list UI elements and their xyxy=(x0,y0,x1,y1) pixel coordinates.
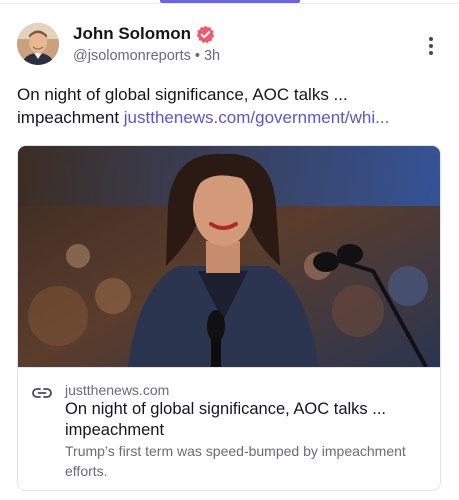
post-link[interactable]: justthenews.com/government/whi... xyxy=(124,108,390,127)
post-card[interactable]: John Solomon @jsolomonreports • 3h On nigh… xyxy=(0,3,459,500)
more-vertical-icon[interactable] xyxy=(420,33,442,59)
author-name[interactable]: John Solomon xyxy=(73,23,191,45)
author-handle[interactable]: @jsolomonreports xyxy=(73,48,191,64)
verified-badge-icon xyxy=(196,25,215,43)
link-preview-image xyxy=(18,146,440,367)
link-description: Trump’s first term was speed-bumped by i… xyxy=(65,443,406,479)
link-chain-icon xyxy=(32,388,52,398)
avatar-image xyxy=(17,23,59,65)
post-meta: @jsolomonreports • 3h xyxy=(73,46,220,66)
link-domain: justthenews.com xyxy=(65,382,170,398)
post-time: 3h xyxy=(203,48,221,64)
avatar[interactable] xyxy=(17,23,59,65)
link-title[interactable]: On night of global significance, AOC tal… xyxy=(65,399,428,441)
post-header: John Solomon @jsolomonreports • 3h xyxy=(17,21,442,69)
link-preview-body: justthenews.com On night of global signi… xyxy=(18,367,440,490)
post-body: On night of global significance, AOC tal… xyxy=(17,83,442,129)
link-preview-card[interactable]: justthenews.com On night of global signi… xyxy=(17,145,441,491)
author-row: John Solomon xyxy=(73,23,215,45)
meta-separator: • xyxy=(194,48,200,64)
